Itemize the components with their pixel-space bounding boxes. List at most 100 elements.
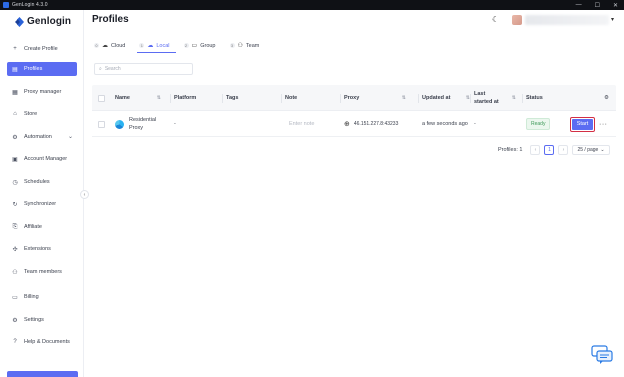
sidebar-item-team-members[interactable]: ⚇ Team members — [7, 265, 77, 279]
folder-icon: ▭ — [191, 43, 198, 49]
sidebar-item-profiles[interactable]: ▤ Profiles — [7, 62, 77, 76]
sidebar-item-create-profile[interactable]: + Create Profile — [7, 42, 77, 56]
tab-shortcut-key: 1 — [139, 43, 145, 48]
sidebar-item-extensions[interactable]: ✣ Extensions — [7, 242, 77, 256]
sidebar-item-affiliate[interactable]: ⎘ Affiliate — [7, 220, 77, 234]
sync-icon: ↻ — [12, 201, 18, 208]
sidebar-item-account-manager[interactable]: ▣ Account Manager — [7, 152, 77, 166]
close-icon[interactable]: ✕ — [613, 2, 618, 9]
proxy-cell: ⊕ 46.151.227.8:43233 — [344, 111, 398, 137]
tab-shortcut-key: 0 — [94, 43, 99, 48]
sidebar-item-settings[interactable]: ⚙ Settings — [7, 313, 77, 327]
sidebar-item-label: Automation — [24, 134, 52, 140]
sidebar-bottom-button[interactable] — [7, 371, 78, 377]
column-header-tags[interactable]: Tags — [222, 85, 276, 111]
sidebar-item-synchronizer[interactable]: ↻ Synchronizer — [7, 197, 77, 211]
affiliate-icon: ⎘ — [12, 223, 18, 230]
chevron-down-icon: ⌄ — [67, 134, 73, 140]
start-button[interactable]: Start — [572, 118, 593, 130]
sidebar-item-label: Schedules — [24, 179, 50, 185]
chat-support-icon[interactable] — [591, 345, 613, 365]
updated-at-cell: a few seconds ago — [422, 121, 468, 127]
status-badge: Ready — [526, 118, 551, 130]
extension-icon: ✣ — [12, 246, 18, 253]
status-cell: Ready — [526, 111, 551, 137]
prev-page-button[interactable]: ‹ — [530, 145, 541, 155]
genlogin-logo-icon — [15, 16, 24, 27]
sidebar-item-schedules[interactable]: ◷ Schedules — [7, 175, 77, 189]
moon-icon[interactable]: ☾ — [492, 15, 499, 24]
sidebar-item-label: Account Manager — [24, 156, 68, 162]
table-row[interactable]: Residential Proxy - Enter note ⊕ 46.151.… — [92, 111, 616, 137]
plus-icon: + — [13, 46, 17, 52]
select-all-checkbox[interactable] — [98, 85, 105, 111]
sidebar-item-label: Team members — [24, 269, 62, 275]
search-box[interactable]: ⌕ — [94, 63, 193, 75]
sidebar-item-label: Affiliate — [24, 224, 42, 230]
tab-group[interactable]: 2 ▭ Group — [182, 38, 222, 53]
more-options-icon[interactable]: ··· — [599, 111, 608, 137]
start-cell: Start — [570, 111, 595, 137]
cloud-off-icon: ☁ — [147, 43, 154, 49]
tab-cloud[interactable]: 0 ☁ Cloud — [92, 38, 131, 53]
page-button-current[interactable]: 1 — [544, 145, 555, 155]
profile-tabs: 0 ☁ Cloud 1 ☁ Local 2 ▭ Group 3 ⚇ Team — [92, 38, 271, 56]
app-icon — [3, 2, 9, 8]
row-checkbox[interactable] — [98, 111, 105, 137]
chevron-down-icon[interactable]: ▾ — [611, 16, 614, 23]
automation-icon: ⚙ — [12, 134, 18, 141]
sidebar-collapse-button[interactable]: ‹ — [80, 190, 89, 199]
window-titlebar: GenLogin 4.3.0 — ☐ ✕ — [0, 0, 624, 10]
search-input[interactable] — [104, 66, 185, 72]
page-title: Profiles — [92, 14, 129, 25]
last-started-cell: - — [474, 121, 476, 127]
pagination: Profiles: 1 ‹ 1 › 25 / page ⌄ — [498, 145, 610, 155]
note-input[interactable]: Enter note — [289, 111, 314, 137]
tab-label: Team — [245, 42, 260, 49]
profiles-table: Name ⇅ Platform Tags Note Proxy ⇅ Update… — [92, 85, 616, 137]
help-icon: ? — [13, 339, 17, 345]
column-settings-icon[interactable]: ⚙ — [604, 85, 609, 111]
minimize-icon[interactable]: — — [576, 2, 582, 8]
sidebar-item-billing[interactable]: ▭ Billing — [7, 290, 77, 304]
sidebar-item-label: Profiles — [24, 66, 43, 72]
column-header-name[interactable]: Name ⇅ — [115, 85, 167, 111]
sidebar-item-label: Extensions — [24, 246, 51, 252]
column-header-note[interactable]: Note — [281, 85, 335, 111]
search-icon: ⌕ — [99, 66, 102, 72]
page-size-select[interactable]: 25 / page ⌄ — [572, 145, 610, 155]
profiles-count: Profiles: 1 — [498, 147, 523, 153]
tab-label: Cloud — [111, 42, 126, 49]
table-header: Name ⇅ Platform Tags Note Proxy ⇅ Update… — [92, 85, 616, 111]
tab-team[interactable]: 3 ⚇ Team — [228, 38, 266, 53]
sidebar-item-automation[interactable]: ⚙ Automation ⌄ — [7, 130, 77, 144]
user-name-blurred[interactable] — [525, 15, 609, 25]
gear-icon: ⚙ — [12, 317, 18, 324]
sidebar-item-store[interactable]: ⌂ Store — [7, 107, 77, 121]
next-page-button[interactable]: › — [558, 145, 569, 155]
tab-shortcut-key: 3 — [229, 43, 235, 48]
platform-cell: - — [174, 121, 176, 127]
maximize-icon[interactable]: ☐ — [595, 2, 600, 9]
column-header-last-started[interactable]: Last started at ⇅ — [470, 85, 516, 111]
globe-icon: ⊕ — [344, 121, 350, 128]
sidebar-item-label: Create Profile — [24, 46, 58, 52]
tab-local[interactable]: 1 ☁ Local — [137, 38, 176, 53]
avatar[interactable] — [512, 15, 522, 25]
tab-label: Group — [200, 42, 216, 49]
column-header-proxy[interactable]: Proxy ⇅ — [340, 85, 412, 111]
column-header-platform[interactable]: Platform — [170, 85, 218, 111]
brand-logo[interactable]: Genlogin — [15, 16, 71, 27]
tab-shortcut-key: 2 — [183, 43, 189, 48]
column-header-updated-at[interactable]: Updated at ⇅ — [418, 85, 470, 111]
column-header-status[interactable]: Status — [522, 85, 566, 111]
sidebar-item-label: Help & Documents — [24, 339, 70, 345]
profile-name-cell[interactable]: Residential Proxy — [115, 111, 171, 137]
sidebar-item-proxy-manager[interactable]: ▦ Proxy manager — [7, 85, 77, 99]
sidebar: Genlogin + Create Profile ▤ Profiles ▦ P… — [0, 10, 84, 377]
sort-icon[interactable]: ⇅ — [512, 94, 516, 102]
chevron-down-icon: ⌄ — [600, 147, 605, 153]
sort-icon[interactable]: ⇅ — [157, 95, 161, 101]
sort-icon[interactable]: ⇅ — [402, 95, 406, 101]
sidebar-item-help-documents[interactable]: ? Help & Documents — [7, 335, 77, 349]
